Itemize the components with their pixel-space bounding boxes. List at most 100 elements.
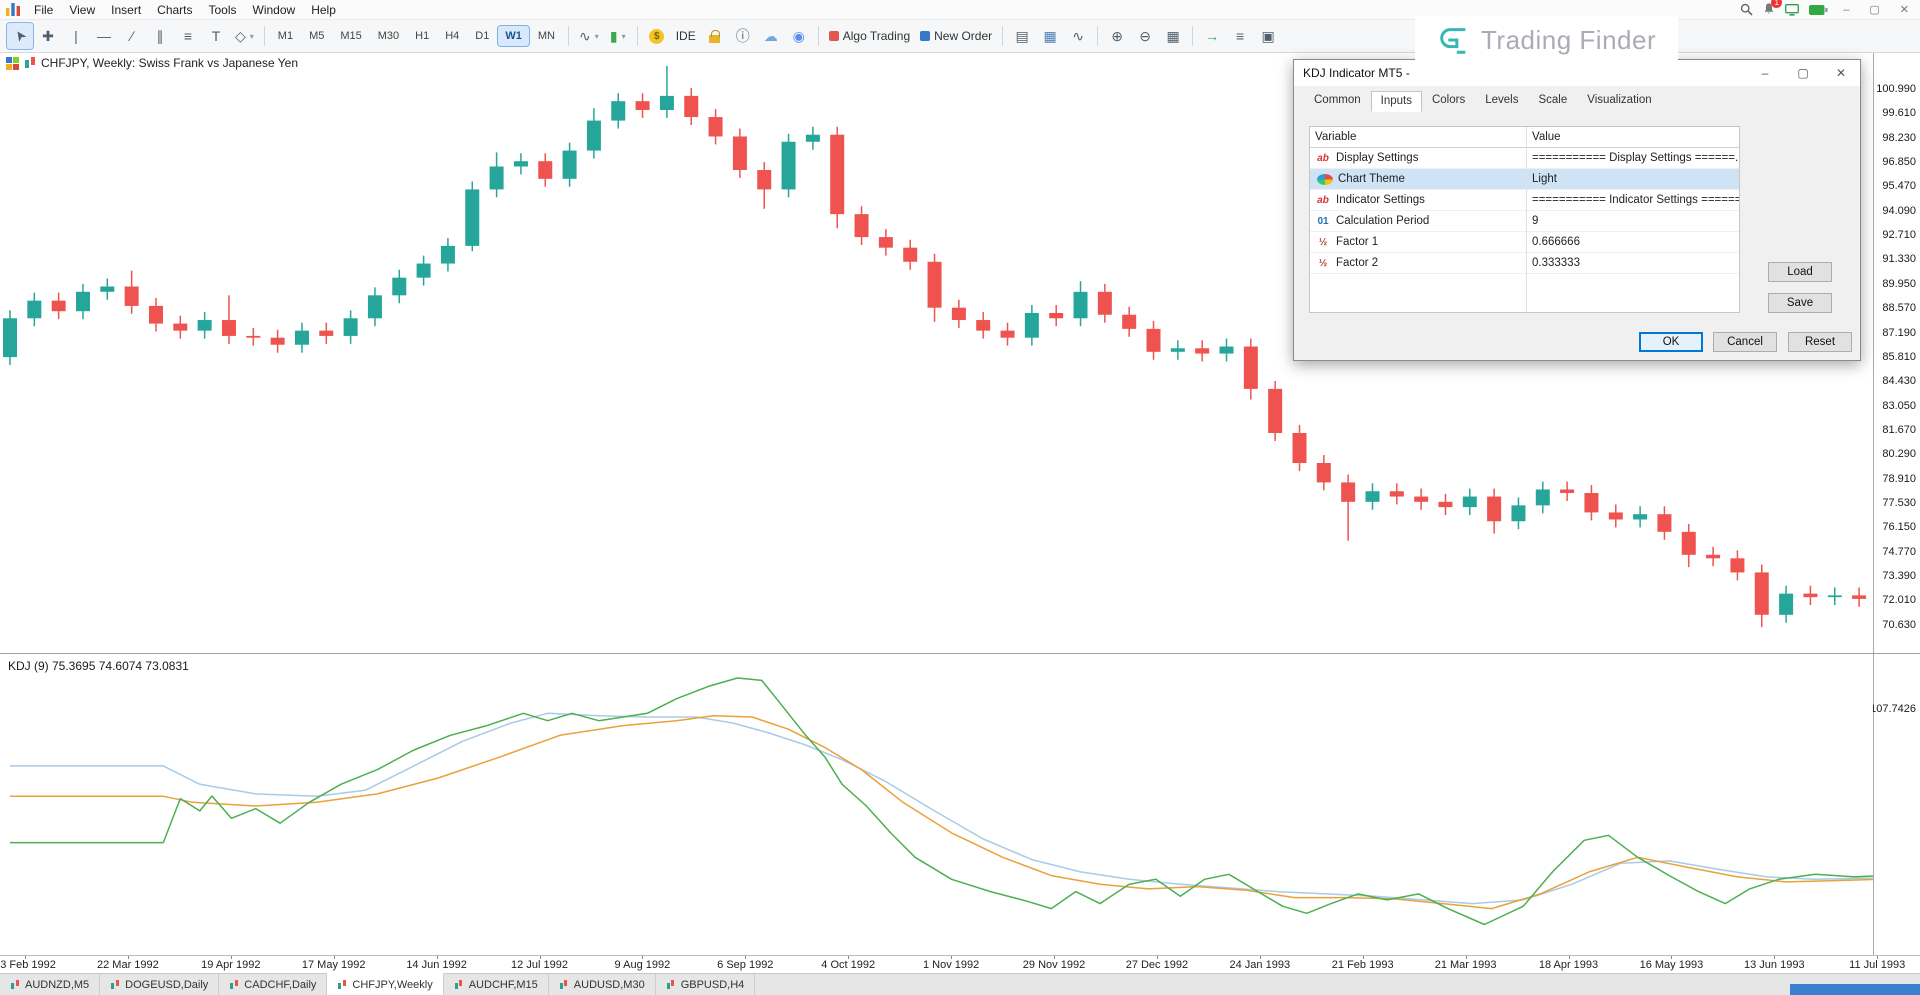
dialog-tab-colors[interactable]: Colors [1422, 90, 1475, 111]
chart-window-icon[interactable] [6, 57, 19, 70]
menu-view[interactable]: View [61, 1, 103, 19]
price-label: 96.850 [1882, 156, 1916, 168]
timeframe-H4[interactable]: H4 [438, 26, 466, 46]
parameter-row[interactable]: ½Factor 10.666666 [1310, 232, 1739, 253]
parameter-value[interactable]: 9 [1526, 215, 1739, 227]
fibonacci-tool[interactable]: ≡ [175, 23, 201, 49]
parameter-value[interactable]: Light [1526, 173, 1739, 185]
menu-charts[interactable]: Charts [149, 1, 200, 19]
dialog-tab-common[interactable]: Common [1304, 90, 1371, 111]
timeframe-H1[interactable]: H1 [408, 26, 436, 46]
parameters-table[interactable]: VariableValueabDisplay Settings=========… [1309, 126, 1740, 313]
arrange-windows-icon: ▤ [1016, 29, 1029, 43]
parameter-row[interactable]: ½Factor 20.333333 [1310, 253, 1739, 274]
dialog-tab-inputs[interactable]: Inputs [1371, 91, 1422, 112]
chart-tab-chfjpy-weekly[interactable]: CHFJPY,Weekly [327, 973, 443, 995]
crosshair-tool[interactable]: ✚ [35, 23, 61, 49]
timeframe-W1[interactable]: W1 [498, 26, 529, 46]
load-button[interactable]: Load [1768, 262, 1832, 282]
dialog-maximize-button[interactable]: ▢ [1784, 60, 1822, 86]
cancel-button[interactable]: Cancel [1713, 332, 1777, 352]
search-icon[interactable] [1740, 3, 1753, 16]
equidistant-channel-tool[interactable]: ∥ [147, 23, 173, 49]
arrange-windows[interactable]: ▤ [1009, 23, 1035, 49]
grid-toggle[interactable]: ▦ [1160, 23, 1186, 49]
window-maximize-button[interactable]: ▢ [1864, 3, 1884, 16]
menu-window[interactable]: Window [245, 1, 304, 19]
date-tick [540, 956, 541, 959]
signal-button[interactable]: ⓘ [730, 23, 756, 49]
trading-finder-watermark: Trading Finder [1415, 16, 1678, 64]
chart-tab-gbpusd-h4[interactable]: GBPUSD,H4 [656, 974, 756, 995]
price-label: 81.670 [1882, 424, 1916, 436]
window-close-button[interactable]: ✕ [1895, 3, 1914, 16]
candle-body [465, 189, 479, 245]
shapes-tool[interactable]: ◇▾ [231, 23, 258, 49]
parameter-value[interactable]: 0.666666 [1526, 236, 1739, 248]
window-minimize-button[interactable]: – [1838, 4, 1854, 16]
ide-button[interactable]: IDE [672, 23, 700, 49]
parameter-row[interactable]: 01Calculation Period9 [1310, 211, 1739, 232]
timeframe-M1[interactable]: M1 [271, 26, 300, 46]
new-order-button[interactable]: New Order [916, 23, 996, 49]
timeframe-D1[interactable]: D1 [468, 26, 496, 46]
monitor-icon[interactable] [1785, 4, 1799, 16]
cloud-button[interactable]: ☁ [758, 23, 784, 49]
algo-trading-button[interactable]: Algo Trading [825, 23, 914, 49]
text-tool[interactable]: T [203, 23, 229, 49]
vertical-line-tool[interactable]: | [63, 23, 89, 49]
chart-tab-dogeusd-daily[interactable]: DOGEUSD,Daily [100, 974, 219, 995]
zoom-in[interactable]: ⊕ [1104, 23, 1130, 49]
candle-body [198, 320, 212, 331]
dialog-tab-visualization[interactable]: Visualization [1577, 90, 1661, 111]
zigzag-tool[interactable]: ∿ [1065, 23, 1091, 49]
chart-tab-audchf-m15[interactable]: AUDCHF,M15 [444, 974, 549, 995]
step-forward[interactable]: → [1199, 23, 1225, 49]
cursor-tool[interactable]: ➤ [7, 23, 33, 49]
parameter-row[interactable]: Chart ThemeLight [1310, 169, 1739, 190]
menu-tools[interactable]: Tools [201, 1, 245, 19]
timeframe-M30[interactable]: M30 [371, 26, 406, 46]
candle-body [1098, 292, 1112, 315]
objects-list[interactable]: ≡ [1227, 23, 1253, 49]
reset-button[interactable]: Reset [1788, 332, 1852, 352]
timeframe-MN[interactable]: MN [531, 26, 562, 46]
timeframe-M15[interactable]: M15 [333, 26, 368, 46]
dialog-minimize-button[interactable]: – [1746, 60, 1784, 86]
dialog-close-button[interactable]: ✕ [1822, 60, 1860, 86]
chart-tab-label: DOGEUSD,Daily [125, 979, 208, 991]
menu-file[interactable]: File [26, 1, 61, 19]
community-button[interactable]: ◉ [786, 23, 812, 49]
line-chart-type[interactable]: ∿▾ [575, 23, 603, 49]
parameter-value[interactable]: 0.333333 [1526, 257, 1739, 269]
kdj-indicator-panel[interactable]: KDJ (9) 75.3695 74.6074 73.0831 [0, 654, 1873, 955]
candle-body [587, 121, 601, 151]
kdj-lines-chart[interactable] [0, 654, 1873, 955]
candlestick-chart-type[interactable]: ▮▾ [605, 23, 631, 49]
save-button[interactable]: Save [1768, 293, 1832, 313]
chart-tab-audusd-m30[interactable]: AUDUSD,M30 [549, 974, 656, 995]
menu-insert[interactable]: Insert [103, 1, 149, 19]
price-axis[interactable]: 107.7426 -4.5974 100.99099.61098.23096.8… [1873, 53, 1920, 955]
parameter-row[interactable]: abDisplay Settings=========== Display Se… [1310, 148, 1739, 169]
chart-tab-audnzd-m5[interactable]: AUDNZD,M5 [0, 974, 100, 995]
horizontal-line-tool[interactable]: — [91, 23, 117, 49]
notifications-bell-icon[interactable]: 1 [1763, 2, 1775, 18]
ok-button[interactable]: OK [1639, 332, 1703, 352]
trendline-tool[interactable]: ∕ [119, 23, 145, 49]
docs-button[interactable]: ▣ [1255, 23, 1281, 49]
parameter-row[interactable]: abIndicator Settings=========== Indicato… [1310, 190, 1739, 211]
zoom-out[interactable]: ⊖ [1132, 23, 1158, 49]
parameter-value[interactable]: =========== Display Settings ======... [1526, 152, 1739, 164]
parameter-value[interactable]: =========== Indicator Settings ======... [1526, 194, 1739, 206]
date-axis[interactable]: 23 Feb 199222 Mar 199219 Apr 199217 May … [0, 956, 1873, 973]
market-watch[interactable]: $ [644, 23, 670, 49]
chart-tab-cadchf-daily[interactable]: CADCHF,Daily [219, 974, 327, 995]
menu-help[interactable]: Help [303, 1, 344, 19]
dialog-tab-scale[interactable]: Scale [1528, 90, 1577, 111]
tile-windows[interactable]: ▦ [1037, 23, 1063, 49]
timeframe-M5[interactable]: M5 [302, 26, 331, 46]
dialog-tab-levels[interactable]: Levels [1475, 90, 1528, 111]
lock-button[interactable] [702, 23, 728, 49]
price-label: 85.810 [1882, 351, 1916, 363]
